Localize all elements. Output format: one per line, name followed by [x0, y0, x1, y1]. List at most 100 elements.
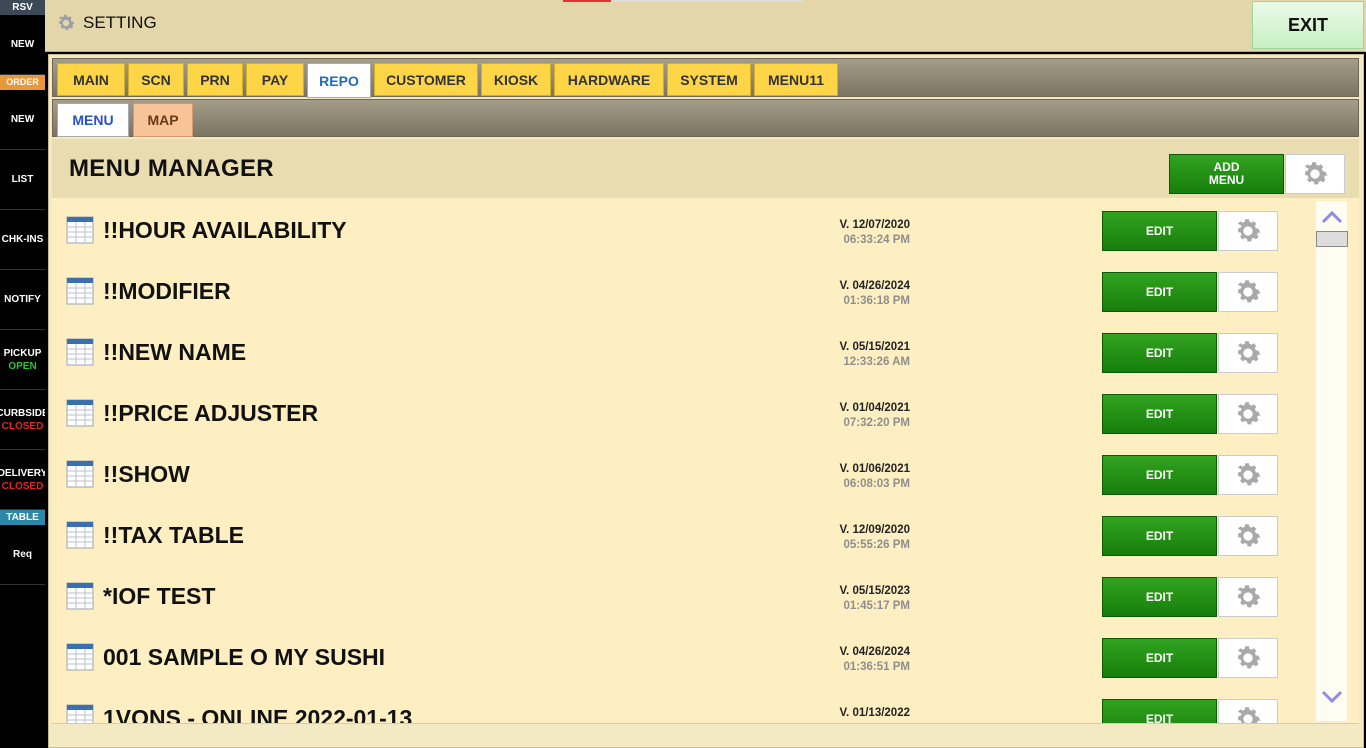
tab-system[interactable]: SYSTEM	[667, 63, 751, 96]
edit-menu-button[interactable]: EDIT	[1102, 577, 1217, 617]
tab-scn[interactable]: SCN	[128, 63, 184, 96]
menu-version-date: V. 12/07/2020	[839, 219, 910, 231]
menu-name: !!HOUR AVAILABILITY	[103, 217, 347, 243]
menu-version-time: 07:32:20 PM	[843, 417, 910, 429]
menu-row: !!HOUR AVAILABILITY V. 12/07/2020 06:33:24…	[52, 201, 1312, 262]
sidebar-item-status: OPEN	[8, 360, 37, 372]
table-doc-icon	[66, 521, 94, 549]
menu-version-date: V. 01/13/2022	[839, 707, 910, 719]
menu-version-date: V. 01/04/2021	[839, 402, 910, 414]
chevron-down-icon[interactable]	[1320, 689, 1344, 705]
rsv-new-button[interactable]: NEW	[0, 15, 45, 75]
menu-settings-button[interactable]	[1218, 577, 1278, 617]
menu-row: 1VONS - ONLINE 2022-01-13 V. 01/13/2022 ED…	[52, 689, 1312, 723]
sidebar-item-chk-ins[interactable]: CHK-INS	[0, 210, 45, 270]
table-doc-icon	[66, 338, 94, 366]
table-doc-icon	[66, 582, 94, 610]
gear-icon	[1237, 402, 1261, 425]
sidebar-item-curbside[interactable]: CURBSIDECLOSED	[0, 390, 45, 450]
sidebar-item-notify[interactable]: NOTIFY	[0, 270, 45, 330]
table-doc-icon	[66, 399, 94, 427]
sidebar-item-list[interactable]: LIST	[0, 150, 45, 210]
tab-menu[interactable]: MENU	[57, 103, 129, 137]
sidebar-item-label: PICKUP	[3, 347, 42, 359]
req-button[interactable]: Req	[0, 525, 45, 585]
menu-name: !!MODIFIER	[103, 278, 231, 304]
sub-tab-bar: MENU MAP	[52, 99, 1359, 137]
menu-version-time: 01:36:18 PM	[843, 295, 910, 307]
tab-repo[interactable]: REPO	[307, 63, 371, 98]
gear-icon	[1237, 524, 1261, 547]
rsv-new-label: NEW	[10, 39, 35, 50]
tab-menu11[interactable]: MENU11	[754, 63, 838, 96]
exit-button[interactable]: EXIT	[1252, 1, 1364, 49]
menu-settings-button[interactable]	[1218, 211, 1278, 251]
tab-kiosk[interactable]: KIOSK	[481, 63, 551, 96]
edit-menu-button[interactable]: EDIT	[1102, 394, 1217, 434]
menu-version: V. 01/06/2021 06:08:03 PM	[830, 462, 910, 492]
sidebar-item-delivery[interactable]: DELIVERY CLOSED	[0, 450, 45, 510]
menu-row: !!TAX TABLE V. 12/09/2020 05:55:26 PM EDIT	[52, 506, 1312, 567]
gear-icon	[1237, 707, 1261, 723]
table-doc-icon	[66, 216, 94, 244]
edit-menu-button[interactable]: EDIT	[1102, 333, 1217, 373]
gear-icon	[1237, 280, 1261, 303]
sidebar-item-label: NOTIFY	[4, 294, 41, 305]
tab-hardware[interactable]: HARDWARE	[554, 63, 664, 96]
menu-version-date: V. 05/15/2023	[839, 585, 910, 597]
progress-indicator	[563, 0, 803, 2]
menu-version: V. 05/15/2021 12:33:26 AM	[830, 340, 910, 370]
sidebar-item-status: CLOSED	[1, 420, 44, 432]
chevron-up-icon[interactable]	[1320, 209, 1344, 225]
menu-version-time: 01:45:17 PM	[843, 600, 910, 612]
menu-version-time: 01:36:51 PM	[843, 661, 910, 673]
edit-menu-button[interactable]: EDIT	[1102, 638, 1217, 678]
menu-version-time: 06:08:03 PM	[843, 478, 910, 490]
menu-settings-button[interactable]	[1218, 272, 1278, 312]
sidebar-item-status: CLOSED	[1, 480, 44, 492]
sidebar-item-pickup[interactable]: PICKUP OPEN	[0, 330, 45, 390]
scrollbar[interactable]	[1315, 201, 1348, 721]
tab-main[interactable]: MAIN	[57, 63, 125, 96]
left-sidebar: RSV NEW ORDER NEW LIST CHK-INS NOTIFY PICKUP…	[0, 0, 45, 748]
page-title: SETTING	[55, 12, 157, 34]
menu-settings-button[interactable]	[1218, 333, 1278, 373]
edit-menu-button[interactable]: EDIT	[1102, 272, 1217, 312]
menu-version-time: 06:33:24 PM	[843, 234, 910, 246]
tab-prn[interactable]: PRN	[187, 63, 243, 96]
menu-settings-button[interactable]	[1218, 699, 1278, 723]
app-window: RSV NEW ORDER NEW LIST CHK-INS NOTIFY PICKUP…	[0, 0, 1366, 748]
menu-row: !!SHOW V. 01/06/2021 06:08:03 PM EDIT	[52, 445, 1312, 506]
sidebar-item-new[interactable]: NEW	[0, 90, 45, 150]
menu-list: !!HOUR AVAILABILITY V. 12/07/2020 06:33:24…	[52, 201, 1312, 723]
gear-icon	[1237, 646, 1261, 669]
main-tab-bar: MAIN SCN PRN PAY REPO CUSTOMER KIOSK HARDWARE SY…	[52, 58, 1359, 98]
menu-version: V. 12/09/2020 05:55:26 PM	[830, 523, 910, 553]
add-menu-button[interactable]: ADD MENU	[1169, 154, 1284, 194]
menu-version-date: V. 04/26/2024	[839, 280, 910, 292]
menu-settings-button[interactable]	[1218, 455, 1278, 495]
menu-name: 001 SAMPLE O MY SUSHI	[103, 644, 386, 670]
menu-version-date: V. 12/09/2020	[839, 524, 910, 536]
menu-version-date: V. 04/26/2024	[839, 646, 910, 658]
menu-version: V. 04/26/2024 01:36:51 PM	[830, 645, 910, 675]
menu-name: !!TAX TABLE	[103, 522, 244, 548]
menu-settings-button[interactable]	[1218, 516, 1278, 556]
tab-customer[interactable]: CUSTOMER	[374, 63, 478, 96]
scrollbar-thumb[interactable]	[1316, 231, 1348, 247]
gear-icon	[59, 14, 75, 31]
menu-manager-title: MENU MANAGER	[69, 155, 274, 182]
menu-row: *IOF TEST V. 05/15/2023 01:45:17 PM EDIT	[52, 567, 1312, 628]
edit-menu-button[interactable]: EDIT	[1102, 211, 1217, 251]
sidebar-item-label: CHK-INS	[1, 234, 44, 245]
tab-map[interactable]: MAP	[133, 103, 193, 137]
tab-pay[interactable]: PAY	[246, 63, 304, 96]
menu-settings-button[interactable]	[1218, 638, 1278, 678]
menu-name: !!PRICE ADJUSTER	[103, 400, 319, 426]
menu-settings-button[interactable]	[1218, 394, 1278, 434]
table-doc-icon	[66, 460, 94, 488]
edit-menu-button[interactable]: EDIT	[1102, 516, 1217, 556]
edit-menu-button[interactable]: EDIT	[1102, 455, 1217, 495]
edit-menu-button[interactable]: EDIT	[1102, 699, 1217, 723]
menu-manager-settings-button[interactable]	[1285, 154, 1345, 194]
